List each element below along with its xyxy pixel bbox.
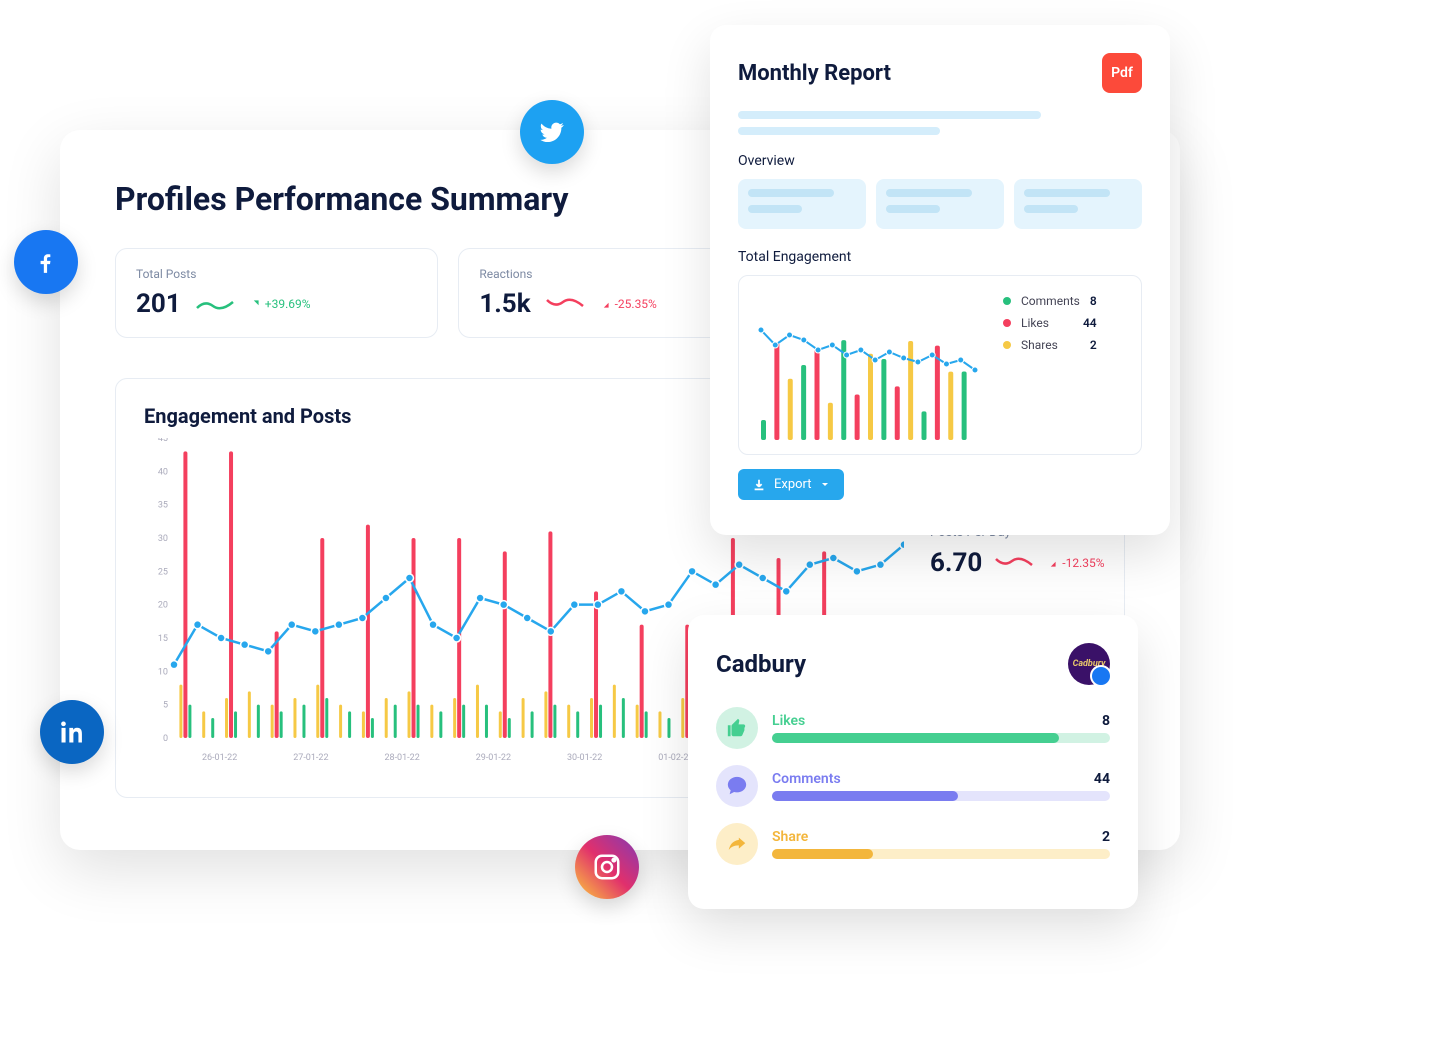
svg-text:35: 35: [158, 501, 168, 511]
delta-value: -12.35%: [1062, 556, 1104, 570]
thumbs-up-icon: [716, 707, 758, 749]
total-engagement-legend: Comments 8 Likes 44 Shares 2: [1003, 290, 1097, 440]
delta-value: +39.69%: [265, 297, 311, 311]
monthly-report-title: Monthly Report: [738, 61, 891, 86]
sparkline-up-icon: [195, 296, 235, 312]
cadbury-title: Cadbury: [716, 650, 806, 678]
comment-icon: [716, 765, 758, 807]
legend-shares-value: 2: [1090, 338, 1097, 352]
total-engagement-chart: [753, 290, 983, 440]
stat-value: 201: [136, 289, 181, 319]
stat-total-posts: Total Posts 201 +39.69%: [115, 248, 438, 338]
arrow-down-right-icon: [1046, 557, 1058, 569]
metric-bar: [772, 791, 958, 801]
legend-comments: Comments: [1021, 294, 1080, 308]
export-button[interactable]: Export: [738, 469, 844, 500]
metric-value: 8: [1102, 713, 1110, 729]
metric-comments: Comments 44: [716, 765, 1110, 807]
svg-text:20: 20: [158, 601, 168, 611]
stat-posts-per-day: Posts Per Day 6.70 -12.35%: [930, 525, 1160, 600]
instagram-icon: [575, 835, 639, 899]
metric-bar: [772, 849, 873, 859]
svg-text:25: 25: [158, 567, 168, 577]
svg-text:40: 40: [158, 467, 168, 477]
delta-down: -25.35%: [599, 297, 657, 311]
delta-up: +39.69%: [249, 297, 311, 311]
metric-label: Likes: [772, 713, 805, 729]
arrow-up-right-icon: [249, 298, 261, 310]
monthly-report-card: Monthly Report Pdf Overview Total Engage…: [710, 25, 1170, 535]
svg-text:5: 5: [163, 701, 168, 711]
export-label: Export: [774, 477, 812, 492]
metric-value: 44: [1094, 771, 1110, 787]
legend-comments-value: 8: [1090, 294, 1097, 308]
overview-card: [1014, 179, 1142, 229]
twitter-icon: [520, 100, 584, 164]
svg-text:29-01-22: 29-01-22: [476, 753, 511, 763]
cadbury-card: Cadbury Cadbury Likes 8 Comments 44 Share 2: [688, 615, 1138, 909]
share-icon: [716, 823, 758, 865]
download-icon: [752, 478, 766, 492]
stat-value: 1.5k: [479, 289, 530, 319]
arrow-down-right-icon: [599, 298, 611, 310]
metric-likes: Likes 8: [716, 707, 1110, 749]
overview-label: Overview: [738, 153, 1142, 169]
overview-card: [738, 179, 866, 229]
metric-value: 2: [1102, 829, 1110, 845]
facebook-icon: [14, 230, 78, 294]
metric-share: Share 2: [716, 823, 1110, 865]
total-engagement-label: Total Engagement: [738, 249, 1142, 265]
sparkline-down-icon: [545, 296, 585, 312]
overview-card: [876, 179, 1004, 229]
chart-title: Engagement and Posts: [144, 404, 351, 428]
delta-down: -12.35%: [1046, 556, 1104, 570]
chevron-down-icon: [820, 480, 830, 490]
svg-text:28-01-22: 28-01-22: [384, 753, 419, 763]
svg-text:30-01-22: 30-01-22: [567, 753, 602, 763]
svg-text:30: 30: [158, 534, 168, 544]
stat-label: Total Posts: [136, 267, 417, 281]
pdf-badge[interactable]: Pdf: [1102, 53, 1142, 93]
svg-text:15: 15: [158, 634, 168, 644]
svg-text:10: 10: [158, 667, 168, 677]
linkedin-icon: [40, 700, 104, 764]
svg-text:0: 0: [163, 734, 168, 744]
svg-text:27-01-22: 27-01-22: [293, 753, 328, 763]
legend-likes-value: 44: [1083, 316, 1097, 330]
sparkline-down-icon: [994, 555, 1034, 571]
metric-bar: [772, 733, 1059, 743]
legend-shares: Shares: [1021, 338, 1080, 352]
metric-label: Share: [772, 829, 808, 845]
svg-text:45: 45: [158, 438, 168, 444]
cadbury-avatar: Cadbury: [1068, 643, 1110, 685]
metric-label: Comments: [772, 771, 841, 787]
legend-likes: Likes: [1021, 316, 1073, 330]
stat-value: 6.70: [930, 548, 982, 578]
delta-value: -25.35%: [615, 297, 657, 311]
svg-text:26-01-22: 26-01-22: [202, 753, 237, 763]
